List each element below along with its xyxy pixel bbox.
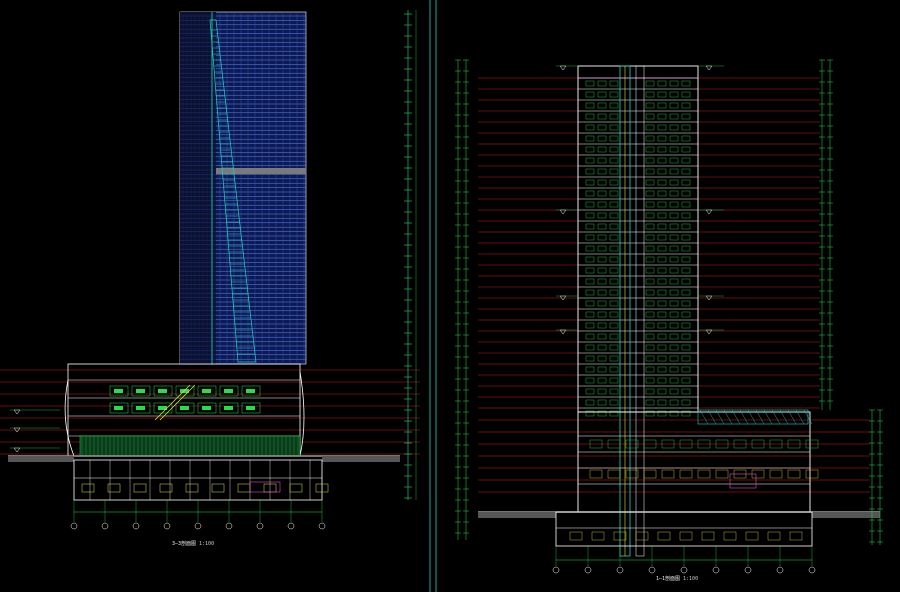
right-section-title: 1—1剖面图 1:100 — [656, 575, 698, 582]
room-tag — [180, 406, 189, 410]
room-tag — [158, 389, 167, 393]
room-tag — [224, 389, 233, 393]
left-section-title: 3—3剖面图 1:100 — [172, 540, 214, 547]
room-tag — [246, 406, 255, 410]
left-section-scale: 1:100 — [199, 541, 215, 547]
left-section-title-text: 3—3剖面图 — [172, 541, 197, 547]
ground-hatch — [478, 512, 556, 518]
room-tag — [114, 389, 123, 393]
room-tag — [202, 406, 211, 410]
ground-hatch — [322, 456, 400, 462]
room-tag — [114, 406, 123, 410]
right-section-scale: 1:100 — [683, 576, 699, 582]
ground-hatch — [8, 456, 74, 462]
tower-left-face — [180, 12, 216, 364]
ground-hatch — [812, 512, 880, 518]
right-section-title-text: 1—1剖面图 — [656, 576, 681, 582]
room-tag — [202, 389, 211, 393]
mechanical-floor-band — [216, 168, 306, 174]
room-tag — [136, 389, 145, 393]
room-tag — [224, 406, 233, 410]
room-tag — [136, 406, 145, 410]
cad-section-drawing — [0, 0, 900, 592]
room-tag — [246, 389, 255, 393]
